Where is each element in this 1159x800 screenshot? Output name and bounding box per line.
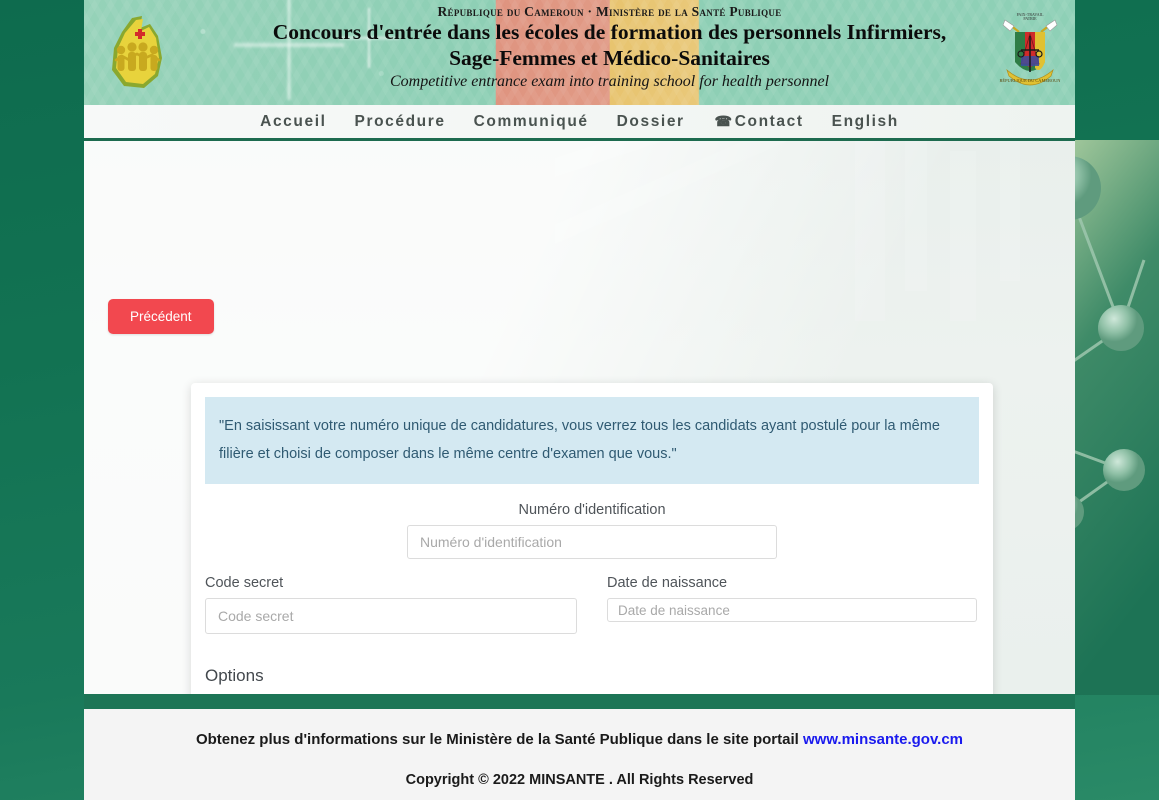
banner-line-4: Competitive entrance exam into training … [389, 72, 830, 90]
main-navigation[interactable]: Accueil Procédure Communiqué Dossier ☎ C… [84, 105, 1075, 141]
code-secret-input[interactable] [205, 598, 577, 635]
nav-label: Communiqué [473, 112, 589, 130]
footer-portal-text: Obtenez plus d'informations sur le Minis… [195, 731, 803, 748]
nav-item-contact[interactable]: ☎ Contact [699, 113, 818, 131]
svg-text:RÉPUBLIQUE DU CAMEROUN: RÉPUBLIQUE DU CAMEROUN [1000, 78, 1061, 83]
nav-item-english[interactable]: English [818, 113, 913, 131]
label-date-naissance: Date de naissance [607, 575, 728, 592]
nav-item-procedure[interactable]: Procédure [341, 113, 460, 131]
banner-line-3: Sage-Femmes et Médico-Sanitaires [449, 45, 770, 70]
form-area: Numéro d'identification Code secret Date… [191, 484, 993, 694]
site-column: République du Cameroun · Ministère de la… [84, 0, 1075, 800]
field-date-naissance: Date de naissance [607, 575, 977, 634]
date-naissance-input[interactable] [607, 598, 977, 623]
main-content: Précédent "En saisissant votre numéro un… [84, 141, 1075, 694]
minsante-portal-link[interactable]: www.minsante.gov.cm [803, 731, 963, 748]
site-banner: République du Cameroun · Ministère de la… [84, 0, 1075, 105]
label-code-secret: Code secret [205, 575, 284, 592]
footer-portal-line: Obtenez plus d'informations sur le Minis… [84, 731, 1075, 748]
search-card: "En saisissant votre numéro unique de ca… [191, 383, 993, 694]
svg-text:PATRIE: PATRIE [1023, 16, 1037, 21]
banner-line-2: Concours d'entrée dans les écoles de for… [272, 20, 947, 45]
nav-label: Procédure [354, 112, 446, 130]
minsante-people-logo [102, 14, 178, 92]
footer-separator [84, 694, 1075, 709]
identification-input[interactable] [407, 525, 777, 560]
site-footer: Obtenez plus d'informations sur le Minis… [84, 709, 1075, 800]
nav-label: Dossier [616, 112, 685, 130]
nav-label: Contact [734, 112, 804, 130]
nav-label: Accueil [260, 112, 327, 130]
nav-item-accueil[interactable]: Accueil [246, 113, 340, 131]
label-identification: Numéro d'identification [518, 502, 666, 519]
footer-copyright: Copyright © 2022 MINSANTE . All Rights R… [405, 772, 754, 788]
field-identification: Numéro d'identification [407, 502, 777, 560]
phone-icon: ☎ [712, 113, 732, 129]
options-heading: Options [205, 666, 264, 686]
form-row-secondary: Code secret Date de naissance [205, 575, 979, 644]
banner-line-1: République du Cameroun · Ministère de la… [437, 4, 782, 19]
nav-item-dossier[interactable]: Dossier [603, 113, 699, 131]
info-alert: "En saisissant votre numéro unique de ca… [205, 397, 979, 485]
nav-label: English [831, 112, 899, 130]
cameroon-coat-of-arms: PAIX-TRAVAIL PATRIE RÉPUBLIQUE DU CAMERO… [999, 6, 1061, 98]
previous-button[interactable]: Précédent [108, 299, 214, 334]
nav-item-communique[interactable]: Communiqué [460, 113, 603, 131]
banner-title-block: République du Cameroun · Ministère de la… [254, 4, 965, 91]
field-code-secret: Code secret [205, 575, 577, 635]
